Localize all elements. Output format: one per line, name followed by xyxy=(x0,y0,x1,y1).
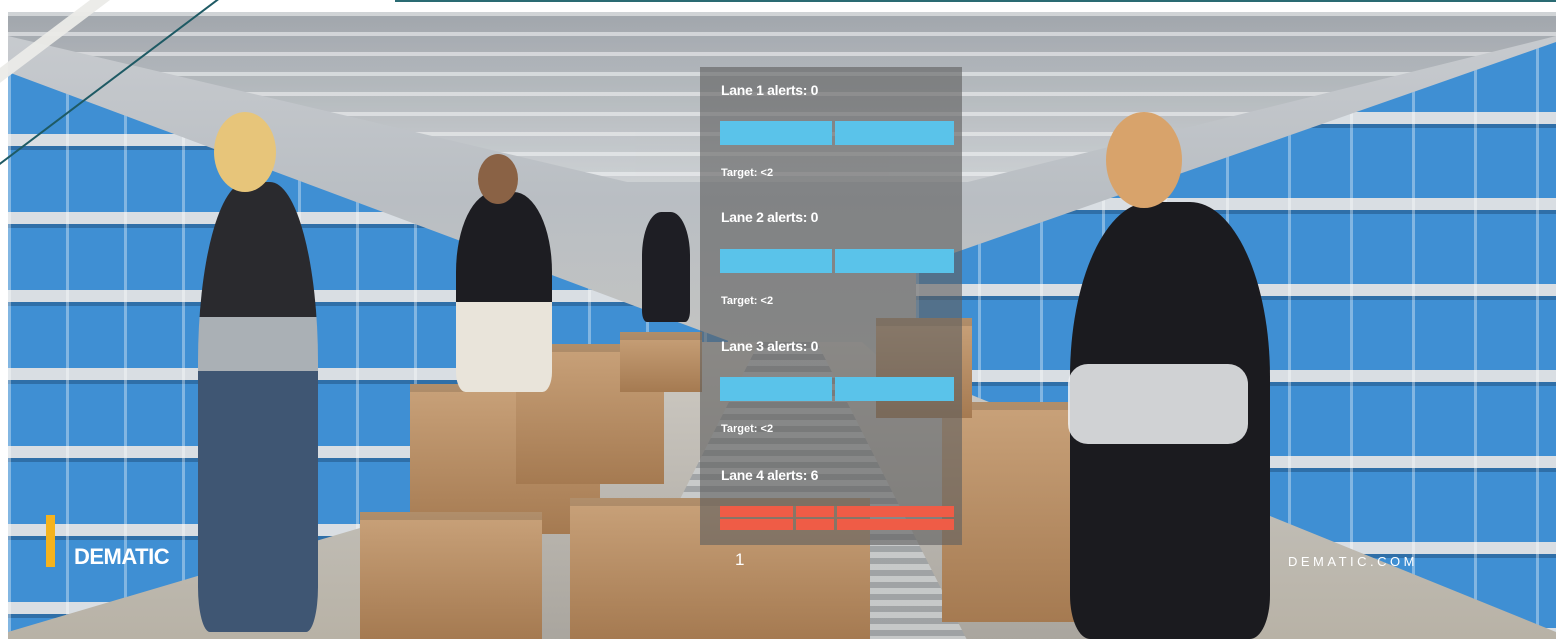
lane-2-bar-segment xyxy=(720,249,832,273)
worker-back xyxy=(642,212,690,322)
lane-2-status-bar xyxy=(720,249,954,273)
worker-right-head xyxy=(1106,112,1182,208)
lane-2-target: Target: <2 xyxy=(721,295,774,307)
lane-2-bar-segment xyxy=(835,249,954,273)
lane-4-bar-segment xyxy=(796,506,834,517)
cardboard-box xyxy=(620,332,702,392)
lane-3-status-bar xyxy=(720,377,954,401)
brand-logo-text: DEMATIC xyxy=(74,544,170,569)
page-number: 1 xyxy=(735,550,745,569)
lane-4-bar-segment xyxy=(720,519,794,530)
lane-4-status-bar xyxy=(720,506,954,530)
lane-4-bar-segment xyxy=(720,506,794,517)
lane-alerts-panel: Lane 1 alerts: 0 Target: <2 Lane 2 alert… xyxy=(700,67,962,545)
lane-4-bar-row xyxy=(720,506,954,517)
brand-accent-bar xyxy=(46,515,55,567)
lane-4-bar-segment xyxy=(796,519,834,530)
lane-1-bar-segment xyxy=(720,121,832,145)
lane-3-target: Target: <2 xyxy=(721,423,774,435)
website-link[interactable]: DEMATIC.COM xyxy=(1288,554,1418,569)
lane-3-title: Lane 3 alerts: 0 xyxy=(721,338,819,354)
cardboard-box xyxy=(360,512,542,639)
worker-left xyxy=(198,182,318,632)
lane-1-target: Target: <2 xyxy=(721,167,774,179)
lane-4-bar-segment xyxy=(836,519,954,530)
worker-middle-head xyxy=(478,154,518,204)
frame-top-line xyxy=(395,0,1556,2)
lane-1-title: Lane 1 alerts: 0 xyxy=(721,82,819,98)
plastic-bag-garment xyxy=(1068,364,1248,444)
lane-4-bar-row xyxy=(720,519,954,530)
lane-3-bar-segment xyxy=(720,377,832,401)
lane-1-status-bar xyxy=(720,121,954,145)
lane-1-bar-segment xyxy=(835,121,954,145)
lane-2-title: Lane 2 alerts: 0 xyxy=(721,209,819,225)
lane-4-bar-segment xyxy=(836,506,954,517)
lane-3-bar-segment xyxy=(835,377,954,401)
worker-middle xyxy=(456,192,552,392)
lane-4-title: Lane 4 alerts: 6 xyxy=(721,467,819,483)
worker-left-head xyxy=(214,112,276,192)
